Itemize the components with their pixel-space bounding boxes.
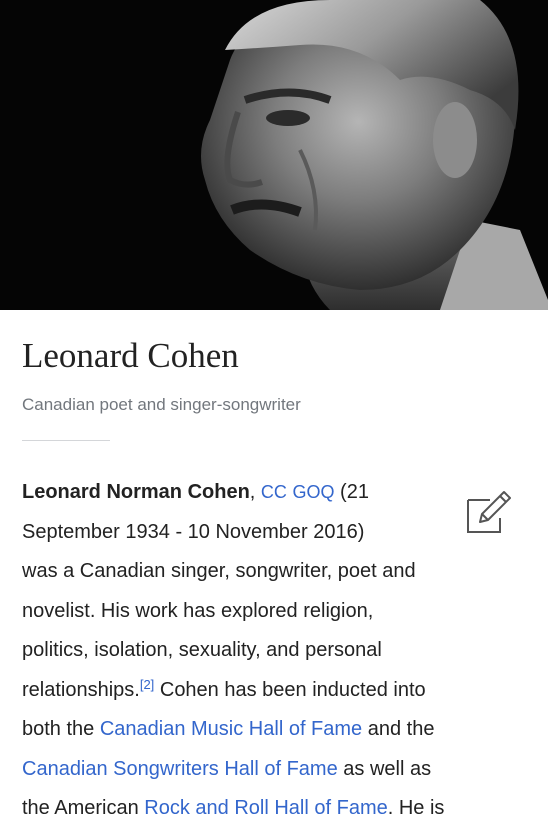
canadian-songwriters-hall-link[interactable]: Canadian Songwriters Hall of Fame: [22, 758, 338, 780]
lead-paragraph: Leonard Norman Cohen, CC GOQ (21 Septemb…: [22, 473, 522, 821]
portrait-image: [0, 0, 548, 310]
canadian-music-hall-link[interactable]: Canadian Music Hall of Fame: [100, 718, 362, 740]
reference-link[interactable]: [2]: [140, 677, 154, 692]
page-title: Leonard Cohen: [22, 336, 239, 375]
lead-photo[interactable]: [0, 0, 548, 310]
reference-marker: [2]: [140, 677, 154, 692]
honour-link-cc[interactable]: CC: [261, 482, 287, 502]
paragraph-line: novelist. His work has explored religion…: [22, 599, 374, 622]
title-divider: [22, 440, 110, 441]
paragraph-line: Leonard Norman Cohen, CC GOQ (21: [22, 481, 369, 503]
paragraph-line: the American Rock and Roll Hall of Fame.…: [22, 797, 445, 819]
paragraph-line: Canadian Songwriters Hall of Fame as wel…: [22, 757, 432, 780]
rock-and-roll-hall-link[interactable]: Rock and Roll Hall of Fame: [144, 797, 387, 819]
paragraph-line: politics, isolation, sexuality, and pers…: [22, 639, 382, 661]
page-description: Canadian poet and singer-songwriter: [22, 395, 301, 414]
paragraph-line: September 1934 - 10 November 2016): [22, 520, 365, 543]
honour-link-goq[interactable]: GOQ: [292, 482, 334, 502]
subject-name: Leonard Norman Cohen: [22, 481, 250, 503]
article-page: Leonard Cohen Canadian poet and singer-s…: [0, 0, 548, 821]
paragraph-line: both the Canadian Music Hall of Fame and…: [22, 718, 435, 740]
paragraph-line: relationships.[2] Cohen has been inducte…: [22, 676, 426, 701]
paragraph-line: was a Canadian singer, songwriter, poet …: [22, 560, 416, 582]
